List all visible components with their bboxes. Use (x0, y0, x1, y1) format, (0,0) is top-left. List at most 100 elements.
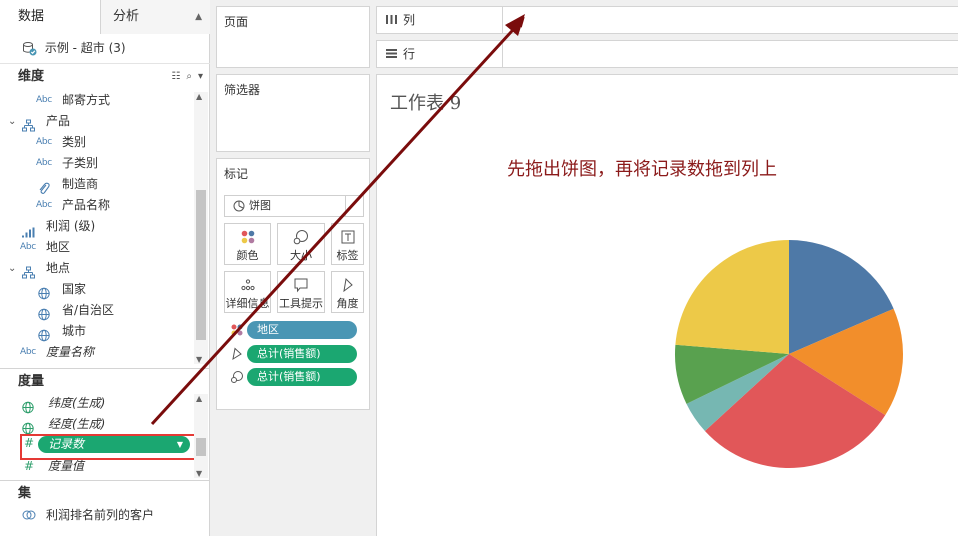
cards-pane: 页面 筛选器 标记 饼图 颜色 大小 标签 详细信息 工具提示 角度 地区 总计… (210, 0, 376, 536)
worksheet-title[interactable]: 工作表 9 (390, 89, 461, 115)
sales-angle-pill[interactable]: 总计(销售额) (247, 345, 357, 363)
set-icon (22, 510, 36, 520)
field-label: 纬度(生成) (48, 396, 106, 410)
hash-icon: # (24, 459, 35, 473)
field-label: 产品 (46, 114, 71, 128)
columns-shelf[interactable]: 列 (376, 6, 958, 34)
label-label: 标签 (336, 249, 359, 262)
rows-shelf[interactable]: 行 (376, 40, 958, 68)
field-label: 制造商 (62, 177, 99, 191)
sets-header: 集 (0, 480, 210, 506)
region-color-pill[interactable]: 地区 (247, 321, 357, 339)
rows-icon (386, 49, 397, 58)
mark-type-select[interactable]: 饼图 (224, 195, 364, 217)
pie-slice-5[interactable] (675, 240, 789, 354)
chevron-down-icon[interactable]: ⌄ (8, 111, 16, 132)
field-measure-names[interactable]: Abc 度量名称 (0, 342, 194, 363)
angle-icon (232, 347, 242, 361)
abc-icon: Abc (36, 200, 52, 210)
field-profit-bin[interactable]: 利润 (级) (0, 216, 194, 238)
label-icon (341, 230, 354, 244)
field-city[interactable]: 城市 (0, 321, 194, 342)
scrollbar-thumb[interactable] (196, 438, 206, 456)
field-region[interactable]: Abc 地区 (0, 237, 194, 258)
field-label: 地点 (46, 261, 71, 275)
scroll-up-icon[interactable]: ▲ (196, 92, 202, 101)
pages-card[interactable]: 页面 (216, 6, 370, 68)
color-button[interactable]: 颜色 (224, 223, 271, 265)
tab-data[interactable]: 数据 (0, 0, 101, 35)
tooltip-button[interactable]: 工具提示 (277, 271, 325, 313)
scroll-down-icon[interactable]: ▼ (196, 469, 202, 478)
worksheet-view[interactable]: 工作表 9 先拖出饼图，再将记录数拖到列上 (376, 74, 958, 536)
color-icon (231, 324, 243, 336)
updown-icon[interactable]: ▲ (195, 0, 202, 34)
annotation-text: 先拖出饼图，再将记录数拖到列上 (507, 159, 777, 180)
color-icon (241, 230, 254, 244)
datasource-item[interactable]: 示例 - 超市 (3) (0, 34, 210, 64)
filters-card[interactable]: 筛选器 (216, 74, 370, 152)
sales-size-pill[interactable]: 总计(销售额) (247, 368, 357, 386)
pane-tabs: 数据 分析 ▲ (0, 0, 210, 35)
angle-button[interactable]: 角度 (331, 271, 364, 313)
pages-card-title: 页面 (224, 15, 249, 29)
chevron-down-icon[interactable] (345, 196, 363, 216)
field-product-hierarchy[interactable]: ⌄ 产品 (0, 111, 194, 132)
chevron-down-icon[interactable]: ⌄ (8, 258, 16, 279)
list-view-icon[interactable]: ☷ (171, 71, 180, 82)
field-product-name[interactable]: Abc 产品名称 (0, 195, 194, 216)
size-icon (293, 230, 308, 245)
scroll-up-icon[interactable]: ▲ (196, 394, 202, 403)
field-country[interactable]: 国家 (0, 279, 194, 300)
columns-shelf-label: 列 (377, 7, 503, 33)
size-label: 大小 (290, 249, 312, 262)
angle-icon (342, 277, 353, 293)
field-label: 省/自治区 (62, 303, 115, 317)
angle-label: 角度 (336, 297, 359, 310)
pie-chart[interactable] (673, 238, 905, 470)
detail-label: 详细信息 (225, 297, 270, 310)
field-label: 子类别 (62, 156, 99, 170)
abc-icon: Abc (36, 95, 52, 105)
measures-scrollbar[interactable]: ▲ ▼ (194, 394, 208, 478)
marks-card: 标记 饼图 颜色 大小 标签 详细信息 工具提示 角度 地区 总计(销售额) 总… (216, 158, 370, 410)
detail-button[interactable]: 详细信息 (224, 271, 271, 313)
field-label: 度量值 (48, 459, 85, 473)
tab-analysis[interactable]: 分析 ▲ (101, 0, 210, 34)
field-label: 城市 (62, 324, 87, 338)
field-top-customers-set[interactable]: 利润排名前列的客户 (0, 505, 194, 526)
field-label: 国家 (62, 282, 87, 296)
detail-icon (240, 279, 255, 291)
field-manufacturer[interactable]: 制造商 (0, 174, 194, 195)
mark-type-label: 饼图 (249, 199, 271, 212)
field-label: 利润 (级) (46, 219, 96, 233)
field-subcategory[interactable]: Abc 子类别 (0, 153, 194, 174)
filters-card-title: 筛选器 (224, 83, 261, 97)
field-latitude[interactable]: 纬度(生成) (0, 393, 194, 414)
field-category[interactable]: Abc 类别 (0, 132, 194, 153)
field-label: 产品名称 (62, 198, 111, 212)
tab-analysis-label: 分析 (113, 9, 140, 24)
measures-header: 度量 (0, 368, 210, 394)
field-measure-values[interactable]: # 度量值 (0, 456, 194, 477)
scrollbar-thumb[interactable] (196, 190, 206, 340)
search-icon[interactable]: ⌕ (186, 71, 192, 82)
field-province[interactable]: 省/自治区 (0, 300, 194, 321)
size-button[interactable]: 大小 (277, 223, 325, 265)
field-longitude[interactable]: 经度(生成) (0, 414, 194, 435)
field-location-hierarchy[interactable]: ⌄ 地点 (0, 258, 194, 279)
pie-chart-svg (675, 240, 903, 468)
abc-icon: Abc (36, 158, 52, 168)
abc-icon: Abc (36, 137, 52, 147)
color-label: 颜色 (236, 249, 259, 262)
dimensions-scrollbar[interactable]: ▲ ▼ (194, 92, 208, 364)
field-shipping-mode[interactable]: Abc 邮寄方式 (0, 90, 194, 111)
tooltip-icon (294, 278, 308, 293)
tab-data-label: 数据 (18, 9, 45, 24)
datasource-icon (23, 42, 37, 56)
rows-shelf-label: 行 (377, 41, 503, 67)
scroll-down-icon[interactable]: ▼ (196, 355, 202, 364)
field-label: 类别 (62, 135, 87, 149)
chevron-down-icon[interactable]: ▾ (198, 71, 203, 82)
label-button[interactable]: 标签 (331, 223, 364, 265)
